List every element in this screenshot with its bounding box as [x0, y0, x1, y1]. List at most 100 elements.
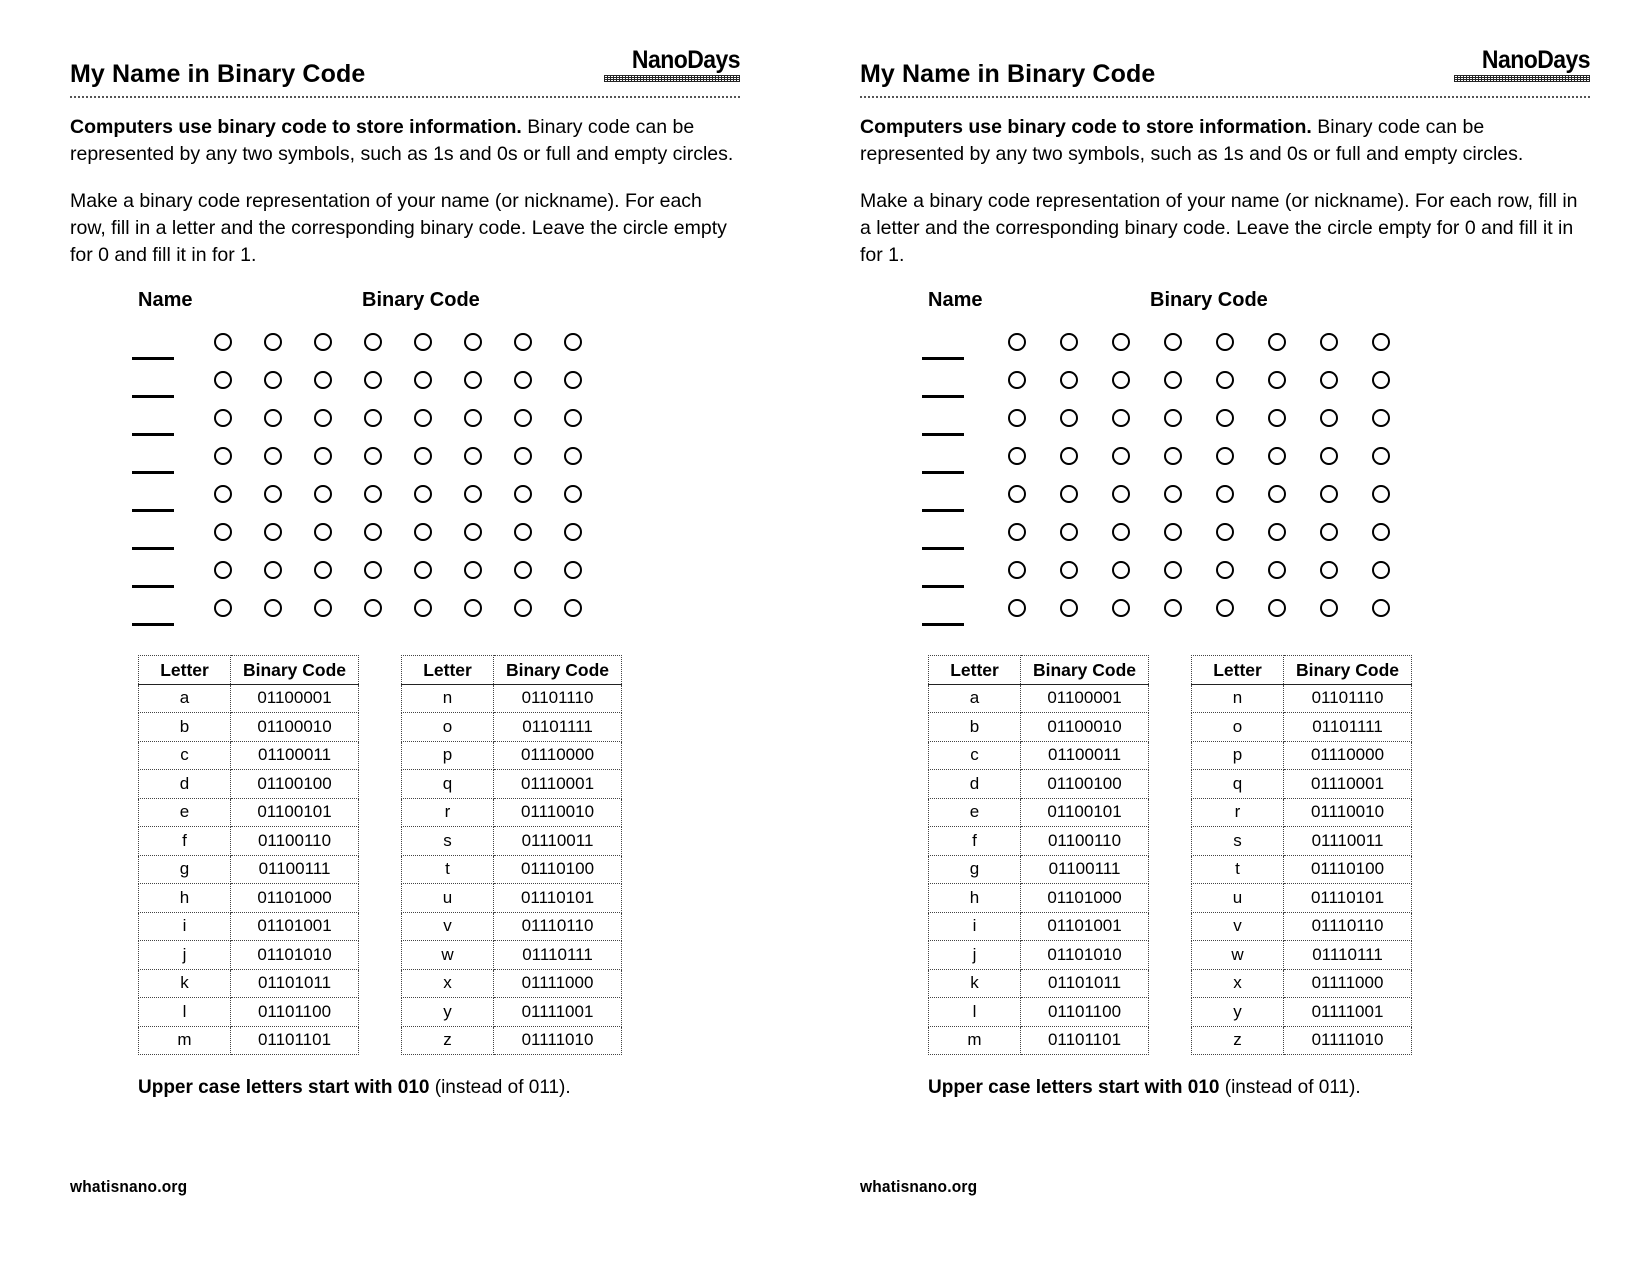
- bit-circle-icon[interactable]: [514, 447, 532, 465]
- bit-circle-icon[interactable]: [364, 599, 382, 617]
- name-letter-blank[interactable]: [922, 509, 964, 512]
- bit-circle-icon[interactable]: [1320, 485, 1338, 503]
- bit-circle-icon[interactable]: [1216, 523, 1234, 541]
- bit-circle-icon[interactable]: [1112, 485, 1130, 503]
- bit-circle-icon[interactable]: [514, 485, 532, 503]
- bit-circle-icon[interactable]: [1372, 599, 1390, 617]
- bit-circle-icon[interactable]: [1112, 333, 1130, 351]
- bit-circle-icon[interactable]: [414, 333, 432, 351]
- bit-circle-icon[interactable]: [1060, 561, 1078, 579]
- bit-circle-icon[interactable]: [1112, 523, 1130, 541]
- bit-circle-icon[interactable]: [1268, 523, 1286, 541]
- bit-circle-icon[interactable]: [314, 523, 332, 541]
- bit-circle-icon[interactable]: [1320, 561, 1338, 579]
- bit-circle-icon[interactable]: [1008, 409, 1026, 427]
- bit-circle-icon[interactable]: [514, 409, 532, 427]
- bit-circle-icon[interactable]: [1216, 447, 1234, 465]
- bit-circle-icon[interactable]: [1164, 333, 1182, 351]
- bit-circle-icon[interactable]: [1164, 409, 1182, 427]
- bit-circle-icon[interactable]: [214, 447, 232, 465]
- bit-circle-icon[interactable]: [564, 409, 582, 427]
- bit-circle-icon[interactable]: [564, 523, 582, 541]
- name-letter-blank[interactable]: [132, 547, 174, 550]
- bit-circle-icon[interactable]: [264, 523, 282, 541]
- name-letter-blank[interactable]: [922, 623, 964, 626]
- bit-circle-icon[interactable]: [1060, 333, 1078, 351]
- bit-circle-icon[interactable]: [1268, 561, 1286, 579]
- bit-circle-icon[interactable]: [1372, 447, 1390, 465]
- bit-circle-icon[interactable]: [464, 523, 482, 541]
- bit-circle-icon[interactable]: [1060, 409, 1078, 427]
- name-letter-blank[interactable]: [132, 585, 174, 588]
- bit-circle-icon[interactable]: [314, 409, 332, 427]
- bit-circle-icon[interactable]: [464, 409, 482, 427]
- name-letter-blank[interactable]: [922, 357, 964, 360]
- bit-circle-icon[interactable]: [1268, 599, 1286, 617]
- bit-circle-icon[interactable]: [214, 333, 232, 351]
- name-letter-blank[interactable]: [922, 547, 964, 550]
- bit-circle-icon[interactable]: [1060, 371, 1078, 389]
- bit-circle-icon[interactable]: [314, 447, 332, 465]
- bit-circle-icon[interactable]: [364, 333, 382, 351]
- bit-circle-icon[interactable]: [1008, 485, 1026, 503]
- name-letter-blank[interactable]: [922, 433, 964, 436]
- bit-circle-icon[interactable]: [1060, 485, 1078, 503]
- bit-circle-icon[interactable]: [214, 599, 232, 617]
- bit-circle-icon[interactable]: [264, 599, 282, 617]
- bit-circle-icon[interactable]: [414, 371, 432, 389]
- bit-circle-icon[interactable]: [1216, 485, 1234, 503]
- bit-circle-icon[interactable]: [1164, 485, 1182, 503]
- bit-circle-icon[interactable]: [1060, 447, 1078, 465]
- bit-circle-icon[interactable]: [1112, 447, 1130, 465]
- bit-circle-icon[interactable]: [1320, 371, 1338, 389]
- bit-circle-icon[interactable]: [364, 485, 382, 503]
- bit-circle-icon[interactable]: [1320, 447, 1338, 465]
- bit-circle-icon[interactable]: [364, 523, 382, 541]
- bit-circle-icon[interactable]: [1268, 409, 1286, 427]
- bit-circle-icon[interactable]: [1008, 523, 1026, 541]
- bit-circle-icon[interactable]: [564, 599, 582, 617]
- bit-circle-icon[interactable]: [1060, 523, 1078, 541]
- name-letter-blank[interactable]: [922, 585, 964, 588]
- bit-circle-icon[interactable]: [1164, 523, 1182, 541]
- bit-circle-icon[interactable]: [1372, 523, 1390, 541]
- bit-circle-icon[interactable]: [414, 485, 432, 503]
- name-letter-blank[interactable]: [922, 395, 964, 398]
- bit-circle-icon[interactable]: [414, 561, 432, 579]
- bit-circle-icon[interactable]: [264, 371, 282, 389]
- bit-circle-icon[interactable]: [464, 447, 482, 465]
- bit-circle-icon[interactable]: [414, 409, 432, 427]
- bit-circle-icon[interactable]: [464, 485, 482, 503]
- bit-circle-icon[interactable]: [514, 371, 532, 389]
- bit-circle-icon[interactable]: [1112, 561, 1130, 579]
- bit-circle-icon[interactable]: [514, 561, 532, 579]
- bit-circle-icon[interactable]: [1372, 333, 1390, 351]
- bit-circle-icon[interactable]: [1216, 333, 1234, 351]
- bit-circle-icon[interactable]: [314, 333, 332, 351]
- bit-circle-icon[interactable]: [1008, 333, 1026, 351]
- bit-circle-icon[interactable]: [514, 599, 532, 617]
- bit-circle-icon[interactable]: [464, 333, 482, 351]
- bit-circle-icon[interactable]: [1320, 523, 1338, 541]
- name-letter-blank[interactable]: [132, 471, 174, 474]
- bit-circle-icon[interactable]: [514, 333, 532, 351]
- bit-circle-icon[interactable]: [314, 371, 332, 389]
- bit-circle-icon[interactable]: [1008, 371, 1026, 389]
- bit-circle-icon[interactable]: [464, 561, 482, 579]
- bit-circle-icon[interactable]: [564, 333, 582, 351]
- bit-circle-icon[interactable]: [264, 409, 282, 427]
- bit-circle-icon[interactable]: [1268, 447, 1286, 465]
- bit-circle-icon[interactable]: [514, 523, 532, 541]
- bit-circle-icon[interactable]: [1216, 371, 1234, 389]
- bit-circle-icon[interactable]: [364, 447, 382, 465]
- bit-circle-icon[interactable]: [314, 561, 332, 579]
- bit-circle-icon[interactable]: [214, 561, 232, 579]
- name-letter-blank[interactable]: [132, 395, 174, 398]
- bit-circle-icon[interactable]: [1060, 599, 1078, 617]
- bit-circle-icon[interactable]: [1320, 409, 1338, 427]
- bit-circle-icon[interactable]: [1112, 371, 1130, 389]
- bit-circle-icon[interactable]: [364, 409, 382, 427]
- bit-circle-icon[interactable]: [1112, 599, 1130, 617]
- bit-circle-icon[interactable]: [1216, 409, 1234, 427]
- bit-circle-icon[interactable]: [214, 523, 232, 541]
